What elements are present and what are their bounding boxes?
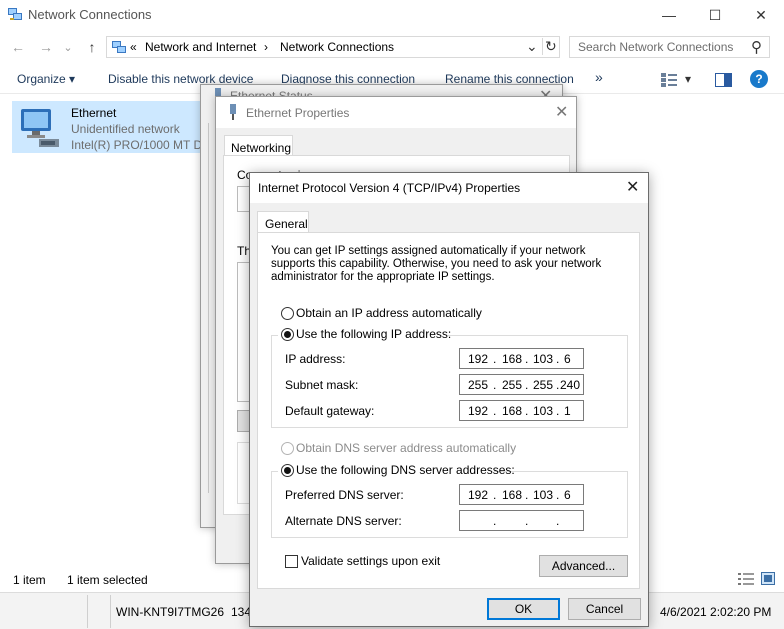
ethernet-adapter-icon — [21, 109, 59, 147]
ethernet-connection-item[interactable]: Ethernet Unidentified network Intel(R) P… — [12, 101, 212, 153]
obtain-ip-auto-label[interactable]: Obtain an IP address automatically — [296, 306, 482, 320]
validate-settings-label[interactable]: Validate settings upon exit — [301, 554, 440, 568]
back-icon[interactable]: ← — [8, 38, 28, 56]
obtain-ip-auto-radio[interactable] — [281, 307, 294, 320]
network-connections-icon — [8, 8, 22, 20]
search-input[interactable] — [570, 37, 750, 57]
change-view-icon[interactable] — [661, 73, 677, 87]
ethernet-properties-title: Ethernet Properties — [246, 106, 350, 120]
use-static-ip-radio[interactable] — [281, 328, 294, 341]
ipv4-properties-dialog: Internet Protocol Version 4 (TCP/IPv4) P… — [249, 172, 649, 627]
ok-button[interactable]: OK — [487, 598, 560, 620]
use-static-dns-label[interactable]: Use the following DNS server addresses: — [296, 463, 515, 477]
details-view-icon[interactable] — [738, 573, 754, 585]
use-static-ip-label[interactable]: Use the following IP address: — [296, 327, 451, 341]
alternate-dns-field[interactable]: . . . — [459, 510, 584, 531]
intro-text: You can get IP settings assigned automat… — [271, 245, 602, 283]
forward-icon[interactable]: → — [36, 38, 56, 56]
selected-count: 1 item selected — [67, 573, 148, 587]
subnet-mask-field[interactable]: 255. 255. 255. 240 — [459, 374, 584, 395]
preview-pane-icon[interactable] — [715, 73, 732, 87]
recent-locations-icon[interactable]: ⌄ — [61, 38, 75, 56]
breadcrumb-network-and-internet[interactable]: Network and Internet — [145, 40, 256, 54]
properties-title-bar: Ethernet Properties ✕ — [216, 97, 576, 128]
window-title: Network Connections — [28, 7, 152, 22]
ipv4-body: General You can get IP settings assigned… — [250, 203, 648, 626]
organize-menu[interactable]: Organize ▾ — [17, 72, 75, 86]
breadcrumb-network-connections[interactable]: Network Connections — [280, 40, 394, 54]
clock: 4/6/2021 2:02:20 PM — [660, 605, 772, 619]
alternate-dns-label: Alternate DNS server: — [285, 514, 402, 528]
general-panel: You can get IP settings assigned automat… — [257, 232, 640, 589]
refresh-icon[interactable]: ↻ — [542, 38, 557, 55]
use-static-dns-radio[interactable] — [281, 464, 294, 477]
computer-name: WIN-KNT9I7TMG26 — [116, 605, 225, 619]
ipv4-close-icon[interactable]: ✕ — [626, 177, 639, 197]
validate-settings-checkbox[interactable] — [285, 555, 298, 568]
address-bar[interactable]: « Network and Internet › Network Connect… — [106, 36, 560, 58]
default-gateway-field[interactable]: 192. 168. 103. 1 — [459, 400, 584, 421]
breadcrumb-overflow[interactable]: « — [130, 40, 137, 54]
cancel-button[interactable]: Cancel — [568, 598, 641, 620]
ip-address-label: IP address: — [285, 352, 346, 366]
taskbar-divider — [87, 595, 111, 628]
breadcrumb-separator[interactable]: › — [264, 40, 268, 54]
advanced-button[interactable]: Advanced... — [539, 555, 628, 577]
default-gateway-label: Default gateway: — [285, 404, 375, 418]
view-dropdown-icon[interactable]: ▾ — [685, 72, 691, 86]
ethernet-properties-icon — [230, 104, 236, 120]
large-icons-view-icon[interactable] — [761, 572, 775, 585]
subnet-mask-label: Subnet mask: — [285, 378, 359, 392]
search-icon[interactable]: ⚲ — [751, 38, 762, 56]
preferred-dns-field[interactable]: 192. 168. 103. 6 — [459, 484, 584, 505]
connection-adapter: Intel(R) PRO/1000 MT De — [71, 138, 209, 152]
item-count: 1 item — [13, 573, 46, 587]
search-box[interactable]: ⚲ — [569, 36, 770, 58]
ethernet-properties-close-icon[interactable]: ✕ — [555, 102, 568, 122]
close-button[interactable]: ✕ — [738, 0, 784, 30]
ipv4-title: Internet Protocol Version 4 (TCP/IPv4) P… — [258, 181, 521, 195]
tab-general[interactable]: General — [257, 211, 309, 233]
tab-networking[interactable]: Networking — [224, 135, 293, 156]
network-folder-icon — [112, 41, 126, 53]
more-commands-button[interactable]: » — [595, 69, 603, 85]
address-dropdown-icon[interactable]: ⌄ — [526, 38, 538, 55]
preferred-dns-label: Preferred DNS server: — [285, 488, 404, 502]
help-icon[interactable]: ? — [750, 70, 768, 88]
title-bar: Network Connections — ☐ ✕ — [0, 0, 784, 30]
obtain-dns-auto-label[interactable]: Obtain DNS server address automatically — [296, 441, 516, 455]
obtain-dns-auto-radio[interactable] — [281, 442, 294, 455]
maximize-button[interactable]: ☐ — [692, 0, 738, 30]
minimize-button[interactable]: — — [646, 0, 692, 30]
ip-address-field[interactable]: 192. 168. 103. 6 — [459, 348, 584, 369]
status-panel-edge — [208, 123, 209, 493]
connection-name: Ethernet — [71, 106, 117, 120]
connection-status: Unidentified network — [71, 122, 180, 136]
up-icon[interactable]: ↑ — [82, 38, 102, 56]
